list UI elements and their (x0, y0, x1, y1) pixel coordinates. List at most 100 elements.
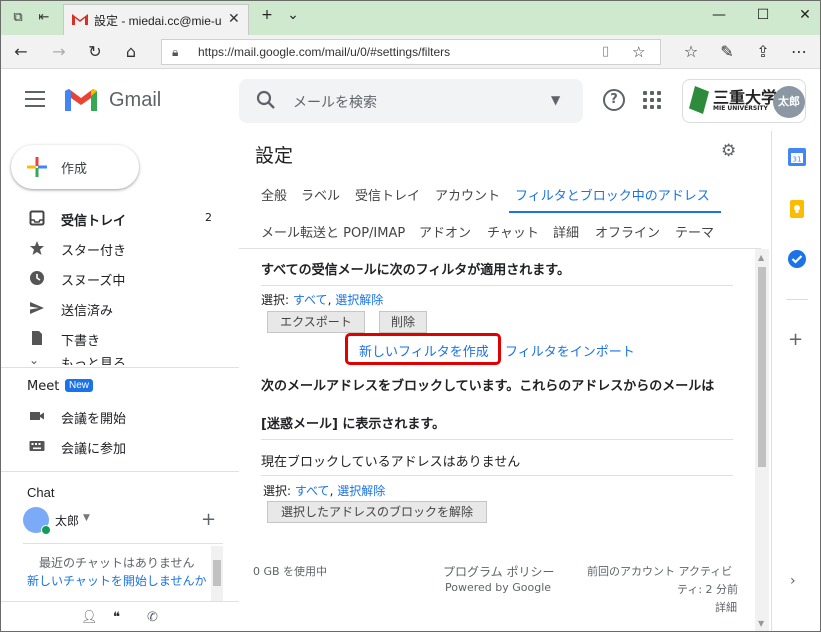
tab-accounts[interactable]: アカウント (435, 185, 500, 204)
unblock-button[interactable]: 選択したアドレスのブロックを解除 (267, 501, 487, 523)
import-filters-link[interactable]: フィルタをインポート (505, 341, 635, 360)
gmail-logo-icon[interactable] (63, 87, 99, 113)
tab-inbox[interactable]: 受信トレイ (355, 185, 420, 204)
delete-button[interactable]: 削除 (379, 311, 427, 333)
sidebar-item-label: 受信トレイ (61, 214, 127, 229)
send-icon (30, 302, 44, 314)
no-recent-chats-text: 最近のチャットはありません (39, 556, 195, 570)
keyboard-icon (29, 441, 45, 451)
account-switcher[interactable]: 三重大学 MIE UNIVERSITY 太郎 (682, 79, 806, 123)
active-tab-indicator (509, 211, 721, 213)
browser-tab-active[interactable]: 設定 - miedai.cc@mie-u ✕ (63, 4, 249, 35)
browser-tab-bar: ⧉ ⇤ 設定 - miedai.cc@mie-u ✕ + ⌄ — ☐ ✕ (1, 1, 820, 35)
contacts-icon[interactable]: 👤︎ (81, 610, 98, 625)
refresh-icon[interactable]: ↻ (85, 42, 105, 62)
maximize-icon[interactable]: ☐ (753, 7, 773, 23)
details-link[interactable]: 詳細 (715, 599, 737, 615)
close-tab-icon[interactable]: ✕ (228, 11, 240, 27)
back-icon[interactable]: ← (11, 42, 31, 62)
phone-icon[interactable]: ✆ (147, 610, 158, 625)
window-close-icon[interactable]: ✕ (795, 7, 815, 23)
select-none-link[interactable]: 選択解除 (335, 293, 383, 307)
forward-icon[interactable]: → (49, 42, 69, 62)
sidebar-divider (1, 367, 239, 368)
compose-button[interactable]: 作成 (11, 145, 139, 189)
sidebar-item-label: 送信済み (61, 304, 114, 319)
scrollbar-thumb[interactable] (758, 267, 766, 467)
search-icon[interactable] (255, 89, 277, 111)
create-filter-link[interactable]: 新しいフィルタを作成 (359, 341, 489, 360)
avatar[interactable]: 太郎 (773, 86, 805, 118)
filters-pane: すべての受信メールに次のフィルタが適用されます。 選択: すべて, 選択解除 エ… (239, 249, 755, 631)
tab-general[interactable]: 全般 (261, 185, 287, 204)
tab-labels[interactable]: ラベル (301, 185, 340, 204)
sidebar-item-more[interactable]: ⌄ もっと見る (1, 353, 239, 365)
select-all-link[interactable]: すべて (293, 293, 328, 307)
tasks-icon[interactable] (787, 249, 807, 269)
sidebar-item-sent[interactable]: 送信済み (1, 293, 239, 323)
tab-addons[interactable]: アドオン (419, 222, 471, 241)
new-badge: New (65, 379, 94, 392)
start-new-chat-link[interactable]: 新しいチャットを開始しませんか (27, 572, 207, 589)
tab-manager-icon[interactable]: ⧉ (9, 9, 27, 27)
tab-themes[interactable]: テーマ (675, 222, 714, 241)
address-bar[interactable]: 🔒︎ https://mail.google.com/mail/u/0/#set… (161, 39, 661, 65)
share-icon[interactable]: ⇪ (753, 42, 773, 62)
calendar-icon[interactable]: 31 (787, 147, 807, 167)
set-tabs-aside-icon[interactable]: ⇤ (35, 9, 53, 27)
get-addons-plus-icon[interactable]: + (788, 329, 803, 350)
no-blocked-text: 現在ブロックしているアドレスはありません (261, 455, 521, 470)
tab-chat[interactable]: チャット (487, 222, 539, 241)
sidebar-item-snoozed[interactable]: スヌーズ中 (1, 263, 239, 293)
settings-scrollbar[interactable]: ▲ ▼ (755, 249, 769, 631)
blocked-heading-line-1: 次のメールアドレスをブロックしています。これらのアドレスからのメールは (261, 379, 715, 394)
main-menu-icon[interactable] (25, 91, 45, 107)
search-options-dropdown-icon[interactable]: ▼ (551, 93, 560, 107)
search-input[interactable]: メールを検索 (293, 92, 377, 112)
star-icon (30, 241, 44, 255)
reading-view-icon[interactable]: ▯ (602, 44, 609, 59)
new-tab-icon[interactable]: + (257, 7, 277, 23)
chevron-right-icon[interactable]: › (790, 573, 796, 589)
chat-scrollbar[interactable] (211, 546, 223, 602)
scroll-up-icon[interactable]: ▲ (758, 253, 764, 262)
apps-grid-icon[interactable] (643, 91, 661, 109)
chat-heading: Chat (27, 485, 55, 500)
help-icon[interactable]: ? (603, 89, 625, 111)
home-icon[interactable]: ⌂ (121, 42, 141, 62)
compose-plus-icon (27, 157, 47, 177)
sidebar-item-starred[interactable]: スター付き (1, 233, 239, 263)
notes-icon[interactable]: ✎ (717, 42, 737, 62)
favorites-icon[interactable]: ☆ (681, 42, 701, 62)
browser-window: ⧉ ⇤ 設定 - miedai.cc@mie-u ✕ + ⌄ — ☐ ✕ ← →… (0, 0, 821, 632)
sidebar-divider (1, 471, 239, 472)
tab-list-chevron-icon[interactable]: ⌄ (283, 7, 303, 23)
program-policy-link[interactable]: プログラム ポリシー (443, 563, 554, 580)
sidebar-item-drafts[interactable]: 下書き (1, 323, 239, 353)
user-avatar-icon (23, 507, 51, 535)
sidebar-item-inbox[interactable]: 受信トレイ 2 (1, 203, 239, 233)
lock-icon: 🔒︎ (172, 45, 179, 59)
new-chat-plus-icon[interactable]: + (201, 509, 216, 530)
export-button[interactable]: エクスポート (267, 311, 365, 333)
tab-filters[interactable]: フィルタとブロック中のアドレス (515, 185, 710, 204)
minimize-icon[interactable]: — (709, 7, 729, 23)
tab-advanced[interactable]: 詳細 (553, 222, 579, 241)
more-menu-icon[interactable]: ⋯ (789, 42, 809, 62)
select-all-link[interactable]: すべて (295, 484, 330, 498)
search-bar[interactable]: メールを検索 ▼ (239, 79, 583, 123)
gear-icon[interactable]: ⚙ (721, 141, 736, 161)
tab-offline[interactable]: オフライン (595, 222, 660, 241)
hangouts-icon[interactable]: ❝ (113, 610, 120, 625)
chat-user-name: 太郎 (55, 514, 80, 528)
keep-icon[interactable] (787, 199, 807, 219)
select-none-link[interactable]: 選択解除 (337, 484, 385, 498)
blocked-heading-line-2: [迷惑メール] に表示されます。 (261, 417, 446, 432)
tab-forwarding-pop-imap[interactable]: メール転送と POP/IMAP (261, 222, 405, 241)
scroll-down-icon[interactable]: ▼ (758, 619, 764, 628)
meet-join-meeting[interactable]: 会議に参加 (1, 431, 239, 461)
chat-user-status[interactable]: 太郎 ▼ (23, 507, 223, 535)
favorite-star-icon[interactable]: ☆ (632, 43, 645, 61)
compose-label: 作成 (61, 162, 88, 177)
meet-start-meeting[interactable]: 会議を開始 (1, 401, 239, 431)
